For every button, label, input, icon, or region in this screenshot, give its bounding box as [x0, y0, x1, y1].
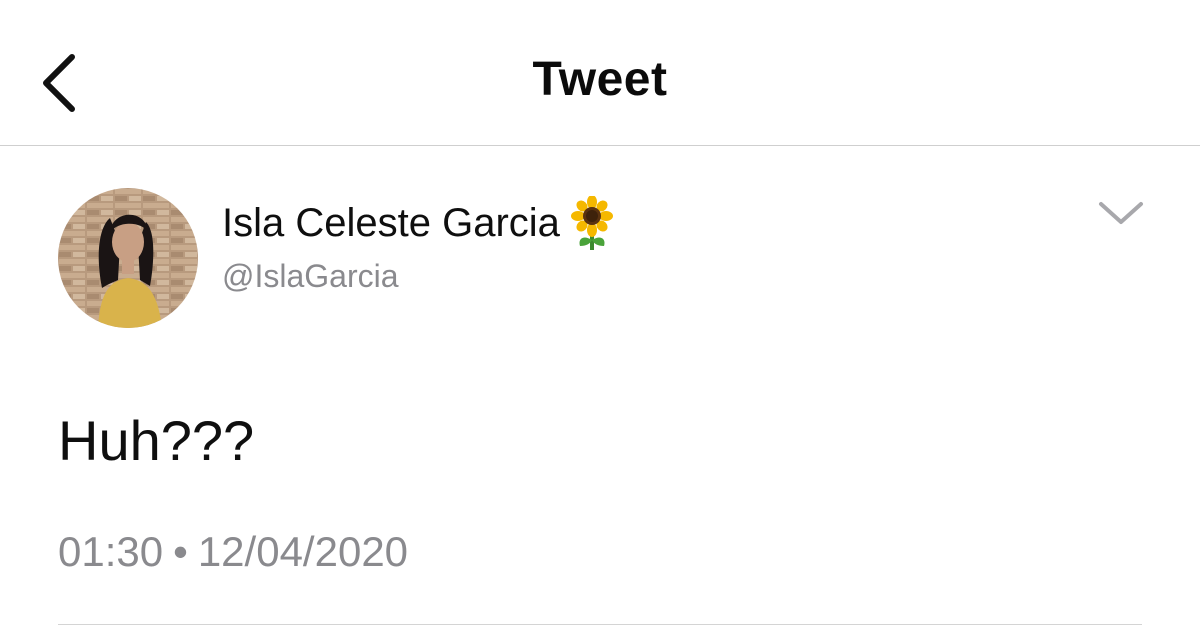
tweet-menu-button[interactable]	[1096, 196, 1146, 230]
meta-separator: •	[173, 528, 188, 575]
author-handle[interactable]: @IslaGarcia	[222, 258, 399, 295]
avatar-photo	[58, 188, 198, 328]
author-name: Isla Celeste Garcia	[222, 200, 560, 245]
author-display-name[interactable]: Isla Celeste Garcia	[222, 195, 616, 250]
page-title: Tweet	[532, 53, 668, 106]
sunflower-icon	[568, 195, 616, 250]
tweet-text: Huh???	[58, 409, 255, 472]
tweet-time: 01:30	[58, 528, 164, 575]
top-bar: Tweet	[0, 0, 1200, 146]
chevron-down-icon	[1099, 202, 1143, 224]
divider	[58, 624, 1142, 625]
tweet-timestamp: 01:30 • 12/04/2020	[58, 528, 408, 576]
avatar[interactable]	[58, 188, 198, 328]
tweet-date: 12/04/2020	[197, 528, 409, 575]
